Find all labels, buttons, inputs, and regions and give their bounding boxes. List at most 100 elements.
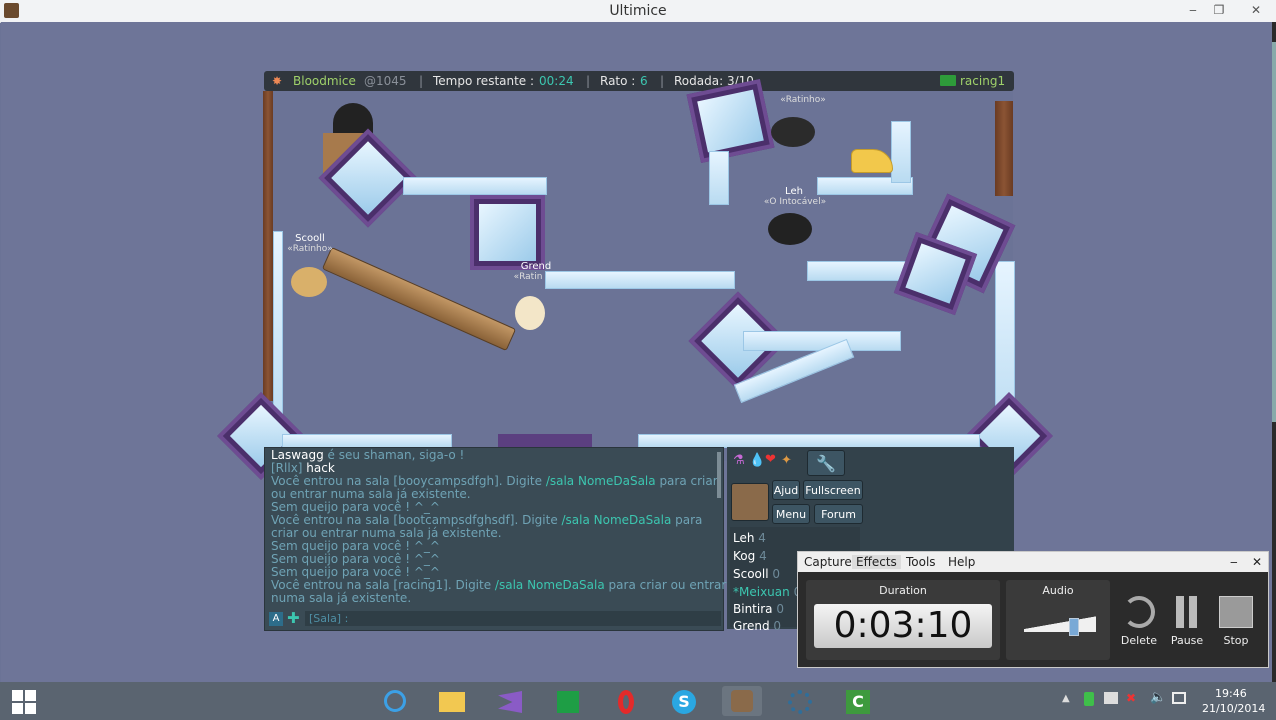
ice-box	[470, 195, 545, 270]
room-name: racing1	[960, 74, 1006, 88]
visual-studio-icon[interactable]	[490, 686, 530, 716]
duration-value: 0:03:10	[814, 604, 992, 648]
audio-label: Audio	[1042, 584, 1074, 597]
game-stage[interactable]: Scooll «Ratinho» Grend «Ratin Leh «O Int…	[263, 78, 1016, 461]
camtasia-icon[interactable]: C	[838, 686, 878, 716]
player-title: «Ratinho»	[287, 244, 333, 254]
pause-label[interactable]: Pause	[1167, 634, 1207, 647]
ice-wall	[891, 121, 911, 183]
gift-icon[interactable]: ✦	[781, 453, 792, 468]
scrollbar-thumb[interactable]	[1272, 42, 1276, 422]
chat-line: numa sala já existente.	[271, 591, 412, 605]
chat-line: Você entrou na sala [racing1]. Digite /s…	[271, 578, 727, 592]
chat-line: Você entrou na sala [bootcampsdfghsdf]. …	[271, 513, 703, 527]
volume-icon[interactable]: 🔈	[1150, 690, 1166, 705]
delete-label[interactable]: Delete	[1119, 634, 1159, 647]
divider: |	[419, 74, 424, 88]
potion-icon[interactable]: ⚗	[733, 453, 745, 468]
help-button[interactable]: Ajud	[772, 480, 800, 500]
stop-label[interactable]: Stop	[1216, 634, 1256, 647]
close-button[interactable]: ✕	[1238, 1, 1274, 19]
mouse-avatar[interactable]	[291, 267, 327, 297]
mouse-avatar[interactable]	[515, 296, 545, 330]
menu-effects[interactable]: Effects	[852, 555, 901, 569]
wood-wall-left	[263, 91, 273, 401]
ice-box	[686, 78, 775, 164]
chat-line: Sem queijo para você ! ^_^	[271, 500, 440, 514]
flag-icon[interactable]	[1104, 692, 1118, 704]
shield-icon[interactable]	[1084, 692, 1094, 706]
settings-icon[interactable]	[780, 686, 820, 716]
player-list-item[interactable]: Scooll 0	[733, 567, 780, 581]
wrench-icon[interactable]: 🔧	[807, 450, 845, 476]
chat-line: Sem queijo para você ! ^_^	[271, 539, 440, 553]
chat-line: Laswagg é seu shaman, siga-o !	[271, 448, 465, 462]
file-explorer-icon[interactable]	[432, 686, 472, 716]
chat-line: criar ou entrar numa sala já existente.	[271, 526, 502, 540]
duration-label: Duration	[879, 584, 927, 597]
chat-panel: Laswagg é seu shaman, siga-o ! [Rllx] ha…	[264, 447, 727, 631]
font-icon[interactable]: A	[269, 612, 283, 626]
add-icon[interactable]: ✚	[287, 611, 300, 626]
chat-line: ou entrar numa sala já existente.	[271, 487, 471, 501]
internet-explorer-icon[interactable]	[375, 686, 415, 716]
restore-button[interactable]: ❐	[1206, 1, 1232, 19]
chat-input[interactable]: [Sala] :	[305, 611, 721, 626]
chat-line: Sem queijo para você ! ^_^	[271, 552, 440, 566]
show-hidden-icons-icon[interactable]: ▲	[1062, 693, 1070, 704]
clock-date[interactable]: 21/10/2014	[1202, 702, 1265, 715]
windows-start-icon[interactable]	[12, 690, 36, 714]
audio-panel: Audio	[1006, 580, 1110, 660]
player-list-item[interactable]: Grend 0	[733, 619, 781, 633]
taskbar: S C ▲ ✖ 🔈 19:46 21/10/2014	[0, 682, 1276, 720]
minimize-button[interactable]: ‒	[1230, 555, 1238, 569]
pause-icon[interactable]	[1189, 596, 1197, 628]
player-title: «Ratin	[513, 272, 543, 282]
time-label: Tempo restante :	[433, 74, 535, 88]
display-icon[interactable]	[1172, 692, 1186, 704]
ultimice-icon[interactable]	[722, 686, 762, 716]
player-name: Grend	[520, 261, 552, 272]
player-list-item[interactable]: Kog 4	[733, 549, 767, 563]
player-list-item[interactable]: *Meixuan 0	[733, 585, 801, 599]
delete-icon[interactable]	[1123, 596, 1155, 628]
store-icon[interactable]	[548, 686, 588, 716]
divider: |	[660, 74, 665, 88]
opera-icon[interactable]	[606, 686, 646, 716]
stop-icon[interactable]	[1219, 596, 1253, 628]
audio-slider[interactable]	[1069, 618, 1079, 636]
clock-time[interactable]: 19:46	[1215, 687, 1247, 700]
network-error-icon[interactable]: ✖	[1126, 691, 1136, 705]
menu-help[interactable]: Help	[948, 555, 975, 569]
map-code: @1045	[364, 74, 407, 88]
scrollbar[interactable]	[1272, 22, 1276, 682]
recorder-window: Capture Effects Tools Help ‒ ✕ Duration …	[797, 551, 1269, 668]
chat-scrollbar[interactable]	[717, 452, 721, 498]
skype-icon[interactable]: S	[664, 686, 704, 716]
menu-capture[interactable]: Capture	[804, 555, 852, 569]
drop-icon[interactable]: 💧	[749, 453, 765, 468]
ice-platform	[638, 434, 980, 448]
ice-box	[498, 434, 592, 447]
player-title: «Ratinho»	[780, 95, 826, 105]
pause-icon[interactable]	[1176, 596, 1184, 628]
mouse-avatar[interactable]	[768, 213, 812, 245]
heart-icon[interactable]: ❤	[765, 452, 776, 467]
country-flag-icon	[940, 75, 956, 86]
menu-button[interactable]: Menu	[772, 504, 810, 524]
forum-button[interactable]: Forum	[814, 504, 863, 524]
menu-tools[interactable]: Tools	[906, 555, 936, 569]
player-list-item[interactable]: Bintira 0	[733, 602, 784, 616]
player-list-item[interactable]: Leh 4	[733, 531, 766, 545]
close-button[interactable]: ✕	[1252, 555, 1262, 569]
minimize-button[interactable]: ‒	[1180, 1, 1206, 19]
mouse-avatar[interactable]	[771, 117, 815, 147]
fullscreen-button[interactable]: Fullscreen	[803, 480, 863, 500]
emote-icons[interactable]: ⚗ 💧 ❤ ✦	[729, 451, 801, 477]
time-value: 00:24	[539, 74, 574, 88]
chat-line: Você entrou na sala [booycampsdfgh]. Dig…	[271, 474, 718, 488]
map-name[interactable]: Bloodmice	[293, 74, 356, 88]
window-titlebar: Ultimice ‒ ❐ ✕	[0, 0, 1276, 23]
chat-input-row: A ✚ [Sala] :	[269, 611, 721, 627]
avatar[interactable]	[731, 483, 769, 521]
